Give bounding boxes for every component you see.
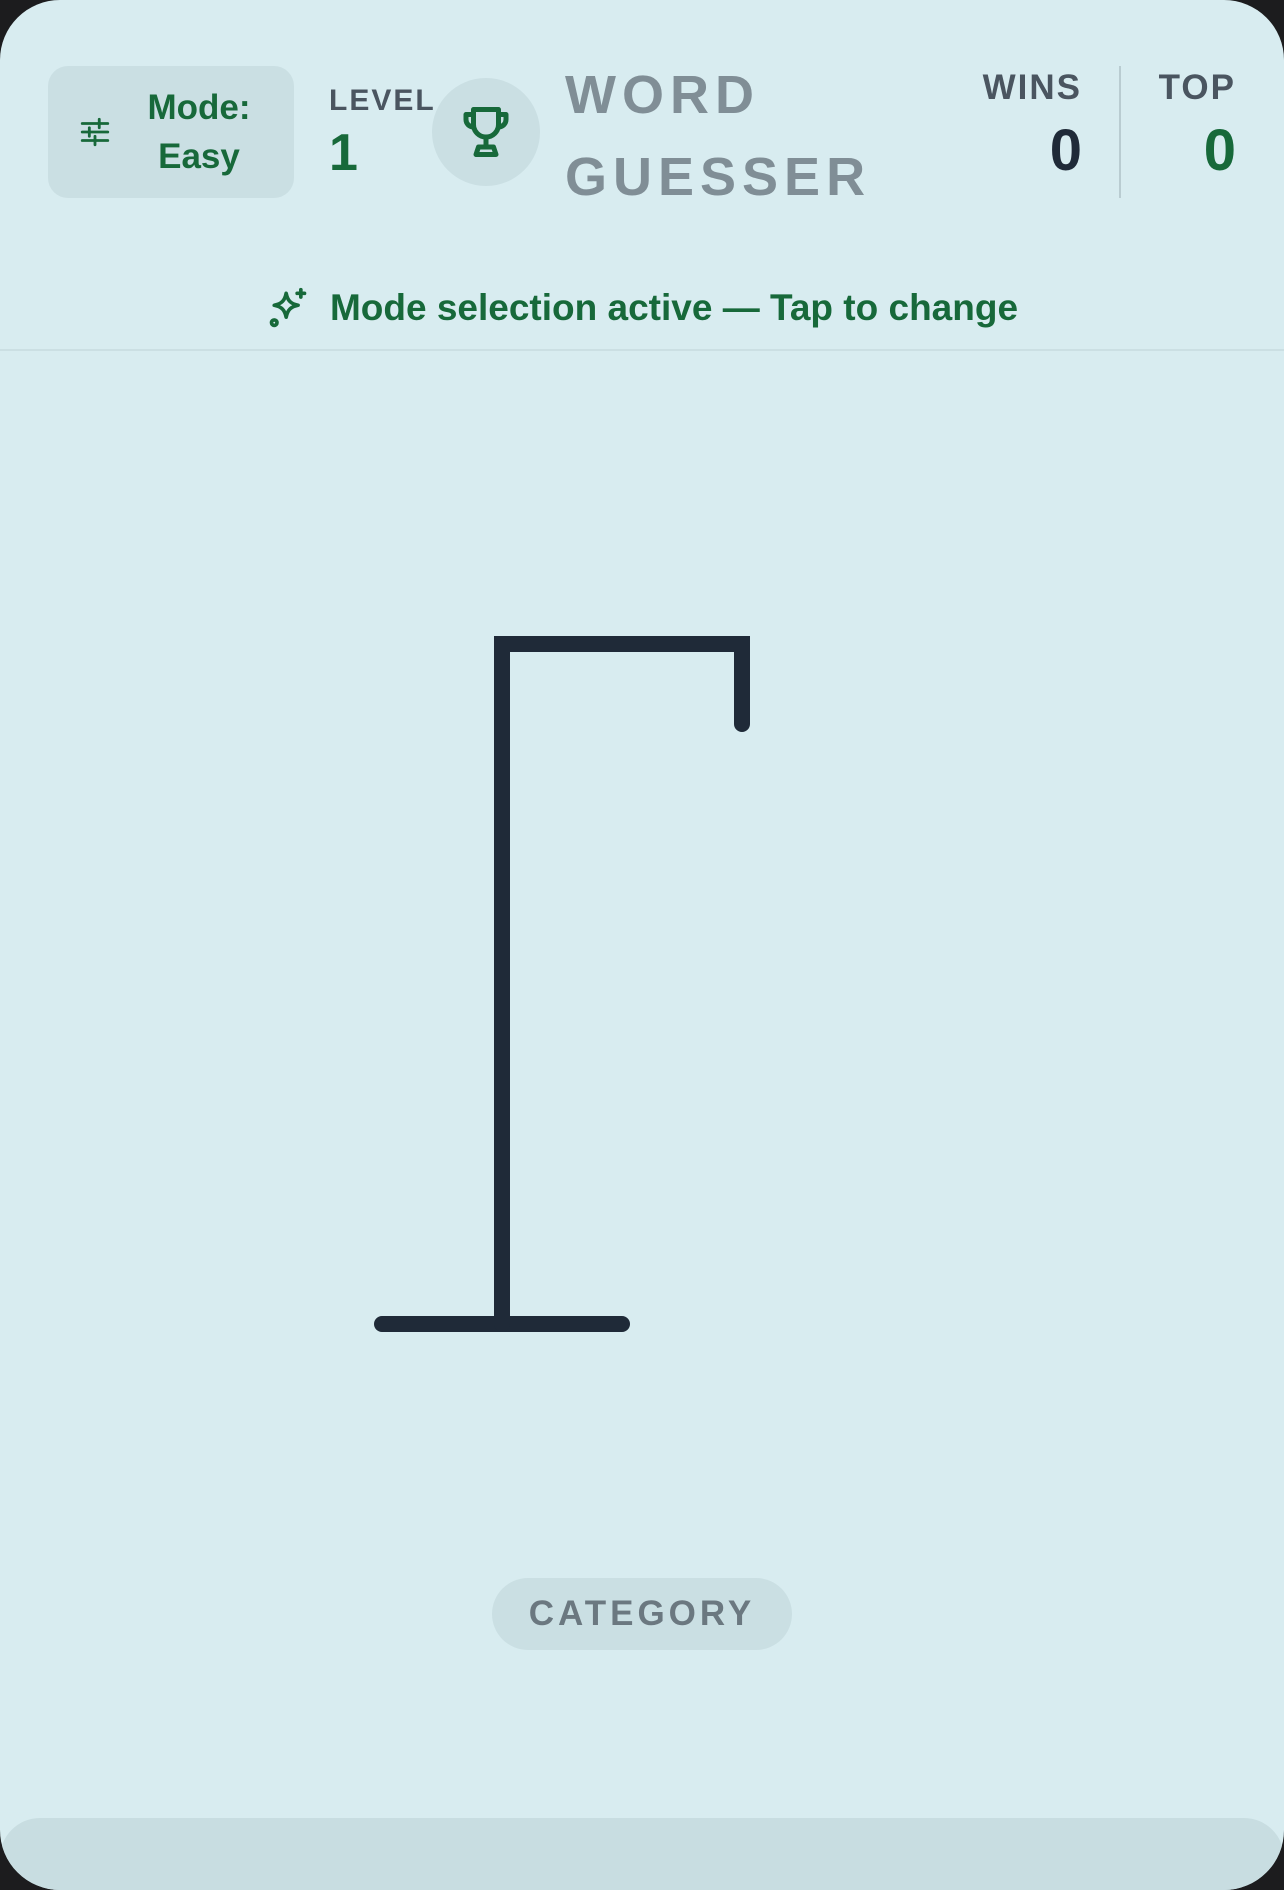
bottom-panel [0,1818,1284,1890]
top-stat: TOP 0 [1159,68,1236,182]
mode-text: Mode: Easy [134,83,264,181]
category-pill: CATEGORY [492,1578,792,1650]
sliders-icon [80,117,110,147]
mode-selection-banner[interactable]: Mode selection active — Tap to change [0,270,1284,346]
gallows-drawing [374,636,750,1332]
app-screen: Mode: Easy LEVEL 1 WORD GUESSER WINS 0 T… [0,0,1284,1890]
title-line-1: WORD [565,65,760,125]
wins-value: 0 [1049,118,1082,183]
top-value: 0 [1203,118,1236,183]
trophy-icon [463,107,509,157]
mode-button[interactable]: Mode: Easy [48,66,294,198]
banner-text: Mode selection active — Tap to change [329,287,1019,328]
title-line-2: GUESSER [565,147,872,207]
level-display: LEVEL 1 [329,84,436,180]
top-label: TOP [1158,68,1236,107]
stats-divider [1119,66,1121,198]
trophy-badge[interactable] [432,78,540,186]
app-title: WORD GUESSER [565,54,871,218]
level-value: 1 [329,124,358,182]
category-label: CATEGORY [528,1594,756,1633]
gallows-frame [494,636,750,1332]
sparkles-icon [269,287,307,328]
level-label: LEVEL [329,84,436,117]
wins-stat: WINS 0 [983,68,1082,182]
wins-label: WINS [982,68,1082,107]
mode-label: Mode: [147,88,251,127]
mode-value: Easy [158,137,240,176]
